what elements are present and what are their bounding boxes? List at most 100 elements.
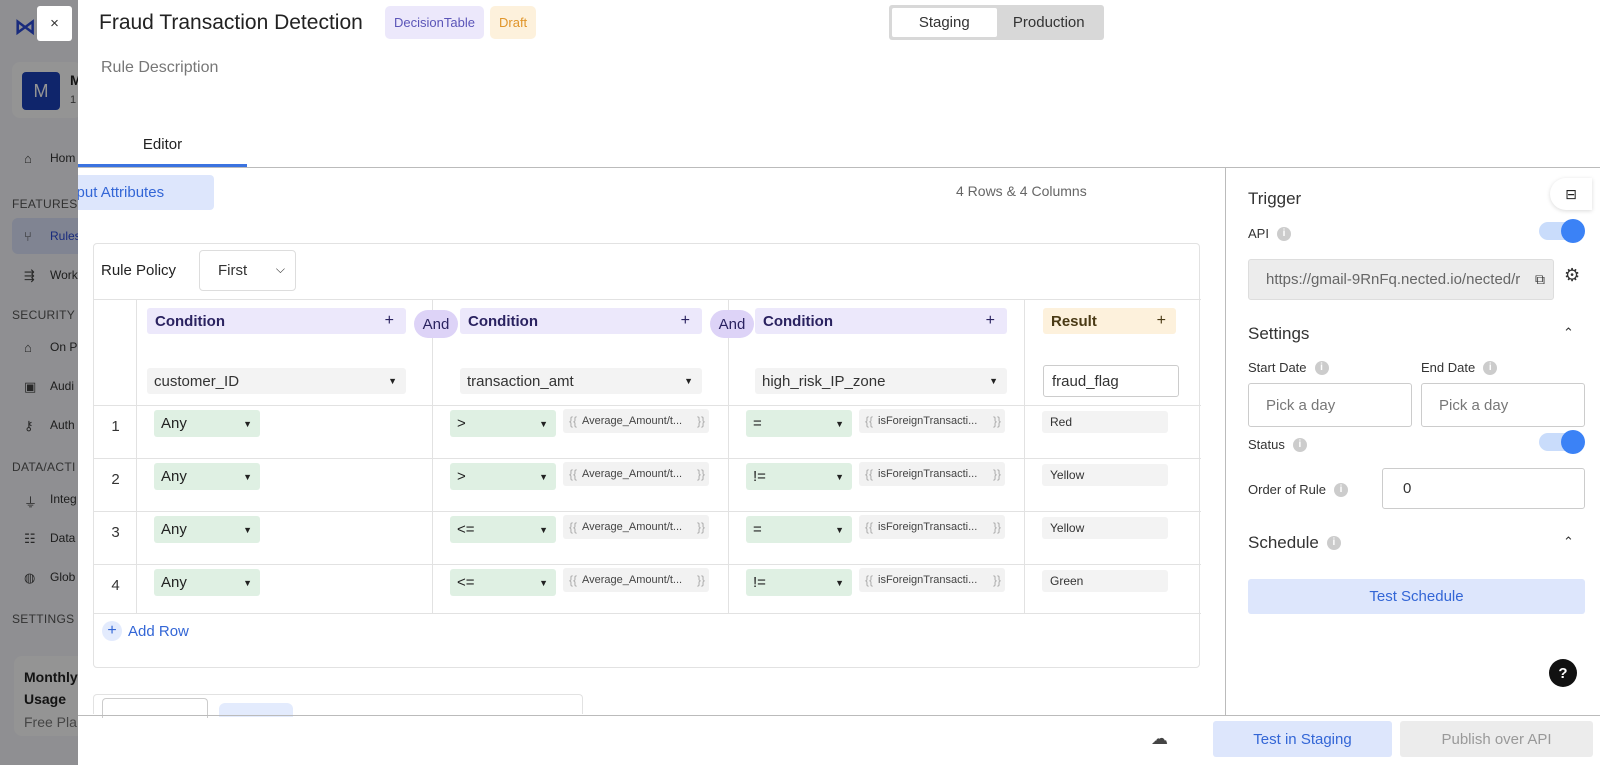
condition-operator-select[interactable]: != ▼ bbox=[746, 463, 852, 490]
result-value-input[interactable]: Yellow bbox=[1042, 464, 1168, 486]
page-title: Fraud Transaction Detection bbox=[99, 11, 363, 34]
table-grid-line bbox=[94, 458, 1201, 459]
condition-operator-select[interactable]: <= ▼ bbox=[450, 569, 556, 596]
start-date-input[interactable]: Pick a day bbox=[1248, 383, 1412, 427]
result-field-input[interactable]: fraud_flag bbox=[1043, 365, 1179, 397]
api-url-field[interactable]: https://gmail-9RnFq.nected.io/nected/r ⧉ bbox=[1248, 259, 1554, 300]
row-number: 4 bbox=[111, 577, 120, 594]
status-toggle[interactable] bbox=[1539, 430, 1585, 454]
condition-value-input[interactable]: {{Average_Amount/t...}} bbox=[563, 409, 709, 433]
env-staging-option[interactable]: Staging bbox=[892, 8, 997, 37]
caret-down-icon: ▼ bbox=[243, 524, 252, 535]
result-value-input[interactable]: Red bbox=[1042, 411, 1168, 433]
rule-description[interactable]: Rule Description bbox=[101, 59, 218, 77]
condition-value-input[interactable]: {{isForeignTransacti...}} bbox=[859, 515, 1005, 539]
end-date-input[interactable]: Pick a day bbox=[1421, 383, 1585, 427]
condition-operator-select[interactable]: > ▼ bbox=[450, 463, 556, 490]
end-date-label: End Date i bbox=[1421, 360, 1498, 375]
condition-operator-select[interactable]: <= ▼ bbox=[450, 516, 556, 543]
environment-toggle: Staging Production bbox=[889, 5, 1104, 40]
rule-policy-select[interactable]: First ⌵ bbox=[199, 250, 296, 291]
condition-field-select[interactable]: customer_ID ▼ bbox=[147, 368, 406, 394]
condition-value-input[interactable]: {{isForeignTransacti...}} bbox=[859, 462, 1005, 486]
env-production-option[interactable]: Production bbox=[997, 8, 1102, 37]
rule-type-badge: DecisionTable bbox=[385, 6, 484, 39]
gear-icon[interactable]: ⚙ bbox=[1564, 265, 1580, 286]
condition-header[interactable]: Condition + bbox=[460, 308, 702, 334]
caret-down-icon: ▼ bbox=[243, 471, 252, 482]
plus-icon: + bbox=[102, 621, 122, 641]
condition-value-input[interactable]: {{isForeignTransacti...}} bbox=[859, 409, 1005, 433]
rule-policy-label: Rule Policy bbox=[101, 262, 177, 279]
condition-value-input[interactable]: {{isForeignTransacti...}} bbox=[859, 568, 1005, 592]
condition-field-select[interactable]: high_risk_IP_zone ▼ bbox=[755, 368, 1007, 394]
condition-operator-select[interactable]: = ▼ bbox=[746, 410, 852, 437]
condition-operator-select[interactable]: = ▼ bbox=[746, 516, 852, 543]
result-header[interactable]: Result + bbox=[1043, 308, 1176, 334]
row-number: 3 bbox=[111, 524, 120, 541]
caret-down-icon: ▼ bbox=[539, 418, 548, 429]
result-value-input[interactable]: Yellow bbox=[1042, 517, 1168, 539]
order-of-rule-input[interactable]: 0 bbox=[1382, 468, 1585, 509]
tab-editor[interactable]: Editor bbox=[78, 125, 247, 167]
caret-down-icon: ▼ bbox=[539, 471, 548, 482]
caret-down-icon: ▼ bbox=[835, 524, 844, 535]
add-condition-button[interactable]: + bbox=[385, 312, 394, 330]
rows-columns-count: 4 Rows & 4 Columns bbox=[956, 183, 1087, 199]
table-grid-line bbox=[94, 564, 1201, 565]
caret-down-icon: ▼ bbox=[539, 577, 548, 588]
table-grid-line bbox=[94, 613, 1201, 614]
trigger-heading: Trigger bbox=[1248, 189, 1302, 208]
test-schedule-button[interactable]: Test Schedule bbox=[1248, 579, 1585, 614]
status-label: Status i bbox=[1248, 437, 1307, 452]
caret-down-icon: ▼ bbox=[388, 376, 397, 386]
add-result-button[interactable]: + bbox=[1157, 312, 1166, 330]
condition-operator-select[interactable]: Any ▼ bbox=[154, 516, 260, 543]
condition-operator-select[interactable]: > ▼ bbox=[450, 410, 556, 437]
condition-operator-select[interactable]: Any ▼ bbox=[154, 410, 260, 437]
settings-heading: Settings bbox=[1248, 324, 1310, 343]
copy-icon[interactable]: ⧉ bbox=[1531, 271, 1545, 288]
row-number: 1 bbox=[111, 418, 120, 435]
additional-section-card bbox=[93, 694, 583, 718]
start-date-label: Start Date i bbox=[1248, 360, 1329, 375]
table-grid-line bbox=[94, 299, 1201, 300]
condition-value-input[interactable]: {{Average_Amount/t...}} bbox=[563, 515, 709, 539]
condition-value-input[interactable]: {{Average_Amount/t...}} bbox=[563, 462, 709, 486]
api-toggle[interactable] bbox=[1539, 219, 1585, 243]
caret-down-icon: ▼ bbox=[243, 418, 252, 429]
trigger-settings-panel: ⊟ Trigger API i https://gmail-9RnFq.necte… bbox=[1226, 168, 1600, 715]
table-grid-line bbox=[94, 405, 1201, 406]
condition-header[interactable]: Condition + bbox=[755, 308, 1007, 334]
collapse-panel-icon[interactable]: ⊟ bbox=[1550, 178, 1592, 210]
condition-value-input[interactable]: {{Average_Amount/t...}} bbox=[563, 568, 709, 592]
help-button[interactable]: ? bbox=[1549, 659, 1577, 687]
publish-over-api-button[interactable]: Publish over API bbox=[1400, 721, 1593, 757]
result-value-input[interactable]: Green bbox=[1042, 570, 1168, 592]
condition-operator-select[interactable]: Any ▼ bbox=[154, 569, 260, 596]
close-button[interactable]: × bbox=[37, 6, 72, 41]
footer-divider bbox=[78, 715, 1600, 716]
add-condition-button[interactable]: + bbox=[986, 312, 995, 330]
decision-table: Rule Policy First ⌵ Condition + And Cond… bbox=[93, 243, 1201, 668]
schedule-heading: Schedule i bbox=[1248, 533, 1341, 553]
chevron-up-icon[interactable]: ⌃ bbox=[1563, 325, 1574, 341]
condition-field-select[interactable]: transaction_amt ▼ bbox=[460, 368, 702, 394]
condition-operator-select[interactable]: Any ▼ bbox=[154, 463, 260, 490]
condition-operator-select[interactable]: != ▼ bbox=[746, 569, 852, 596]
caret-down-icon: ▼ bbox=[835, 418, 844, 429]
table-grid-line bbox=[728, 299, 729, 613]
info-icon: i bbox=[1292, 437, 1307, 452]
info-icon: i bbox=[1326, 536, 1341, 550]
add-row-button[interactable]: + Add Row bbox=[102, 621, 189, 641]
info-icon: i bbox=[1314, 360, 1329, 375]
caret-down-icon: ▼ bbox=[539, 524, 548, 535]
condition-header[interactable]: Condition + bbox=[147, 308, 406, 334]
test-in-staging-button[interactable]: Test in Staging bbox=[1213, 721, 1392, 757]
chevron-down-icon: ⌵ bbox=[275, 262, 285, 276]
chevron-up-icon[interactable]: ⌃ bbox=[1563, 534, 1574, 550]
input-attributes-button[interactable]: Input Attributes bbox=[78, 175, 214, 210]
table-grid-line bbox=[432, 299, 433, 613]
add-condition-button[interactable]: + bbox=[681, 312, 690, 330]
row-number: 2 bbox=[111, 471, 120, 488]
